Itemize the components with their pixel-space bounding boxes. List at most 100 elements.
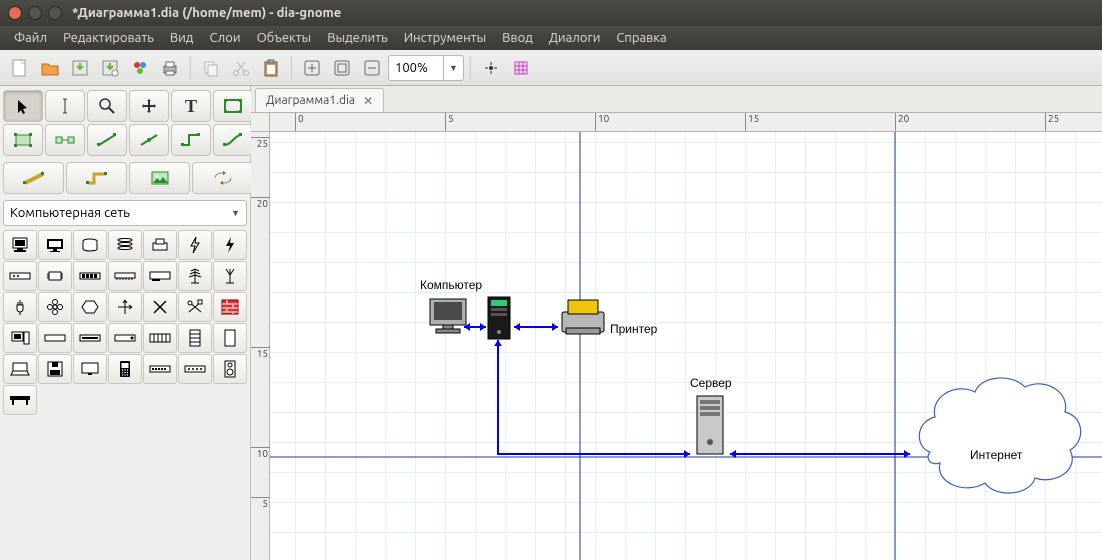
vertical-ruler[interactable]: 25 20 15 10 5 [251,132,270,560]
zoom-out-button[interactable] [358,54,386,82]
save-as-button[interactable] [96,54,124,82]
tool-magnify[interactable] [87,90,127,122]
print-button[interactable] [156,54,184,82]
shape-phone[interactable] [108,354,142,384]
shape-laptop[interactable] [3,354,37,384]
shape-ram[interactable] [108,261,142,291]
menu-input[interactable]: Ввод [494,31,541,45]
shape-led[interactable] [73,261,107,291]
snap-toggle[interactable] [477,54,505,82]
tool-neighbor[interactable] [45,124,85,156]
label-internet[interactable]: Интернет [970,448,1022,462]
shape-printer[interactable] [143,230,177,260]
zoom-combo[interactable]: ▼ [388,55,464,81]
diagram-canvas[interactable]: Компьютер Принтер Сервер Интернет [270,132,1102,560]
tool-zigzag[interactable] [171,124,211,156]
tool-text[interactable]: T [171,90,211,122]
grid-toggle[interactable] [507,54,535,82]
document-tab-bar: Диаграмма1.dia ✕ [251,86,1102,113]
window-maximize-button[interactable] [48,6,62,20]
shape-slot2[interactable] [73,323,107,353]
shape-hub[interactable] [178,354,212,384]
zoom-dropdown-icon[interactable]: ▼ [443,56,463,80]
zoom-fit-button[interactable] [328,54,356,82]
shape-disks[interactable] [108,230,142,260]
node-server[interactable] [697,396,723,454]
node-computer-tower[interactable] [488,297,510,339]
shape-card[interactable] [143,261,177,291]
node-computer-monitor[interactable] [430,299,466,333]
label-printer[interactable]: Принтер [610,322,657,336]
label-server[interactable]: Сервер [690,376,732,390]
export-button[interactable] [126,54,154,82]
horizontal-ruler[interactable]: 0 5 10 15 20 25 30 [270,113,1102,132]
shape-hexagon[interactable] [73,292,107,322]
cut-button[interactable] [227,54,255,82]
shape-bench[interactable] [3,385,37,415]
shape-flash1[interactable] [178,230,212,260]
shape-flash2[interactable] [213,230,247,260]
menu-tools[interactable]: Инструменты [396,31,494,45]
shape-modem[interactable] [3,261,37,291]
menu-file[interactable]: Файл [6,31,55,45]
hruler-tick: 20 [895,113,909,132]
tool-pointer[interactable] [3,90,43,122]
tool-select-green[interactable] [3,124,43,156]
close-tab-icon[interactable]: ✕ [363,94,373,108]
tool-line1[interactable] [87,124,127,156]
shape-slot1[interactable] [38,323,72,353]
zoom-input[interactable] [389,56,443,80]
tool-highlight2[interactable] [66,162,127,194]
shape-tools[interactable] [178,292,212,322]
tool-line2[interactable] [129,124,169,156]
menu-dialogs[interactable]: Диалоги [541,31,609,45]
hruler-tick: 5 [445,113,454,132]
shape-rack3[interactable] [213,323,247,353]
shape-antenna[interactable] [213,261,247,291]
menu-objects[interactable]: Объекты [249,31,320,45]
shape-display[interactable] [73,354,107,384]
copy-button[interactable] [197,54,225,82]
menu-layers[interactable]: Слои [201,31,248,45]
save-button[interactable] [66,54,94,82]
tool-box[interactable] [213,90,253,122]
node-printer[interactable] [562,300,604,334]
shape-monitor[interactable] [38,230,72,260]
menu-edit[interactable]: Редактировать [55,31,162,45]
menu-view[interactable]: Вид [162,31,202,45]
shape-category-dropdown[interactable]: Компьютерная сеть ▼ [3,200,247,226]
shape-switch[interactable] [143,354,177,384]
shape-slot3[interactable] [108,323,142,353]
shape-router1[interactable] [178,261,212,291]
menu-help[interactable]: Справка [608,31,674,45]
shape-flower[interactable] [38,292,72,322]
shape-storage[interactable] [73,230,107,260]
shape-computer[interactable] [3,230,37,260]
document-tab[interactable]: Диаграмма1.dia ✕ [255,88,384,112]
tool-highlight1[interactable] [3,162,64,194]
shape-speaker[interactable] [213,354,247,384]
shape-plug[interactable] [3,292,37,322]
tool-image[interactable] [129,162,190,194]
shape-pc[interactable] [3,323,37,353]
window-minimize-button[interactable] [28,6,42,20]
window-close-button[interactable] [8,6,22,20]
shape-floppy[interactable] [38,354,72,384]
open-file-button[interactable] [36,54,64,82]
tool-move[interactable] [129,90,169,122]
shape-rack1[interactable] [143,323,177,353]
paste-button[interactable] [257,54,285,82]
tool-curve[interactable] [213,124,253,156]
node-internet-cloud[interactable] [919,378,1080,493]
shape-rack2[interactable] [178,323,212,353]
menu-select[interactable]: Выделить [319,31,396,45]
zoom-in-button[interactable] [298,54,326,82]
new-file-button[interactable] [6,54,34,82]
tool-text-cursor[interactable] [45,90,85,122]
label-computer[interactable]: Компьютер [420,278,482,292]
shape-axes[interactable] [108,292,142,322]
shape-cross[interactable] [143,292,177,322]
shape-chip[interactable] [38,261,72,291]
shape-firewall[interactable] [213,292,247,322]
tool-flip[interactable] [192,162,253,194]
